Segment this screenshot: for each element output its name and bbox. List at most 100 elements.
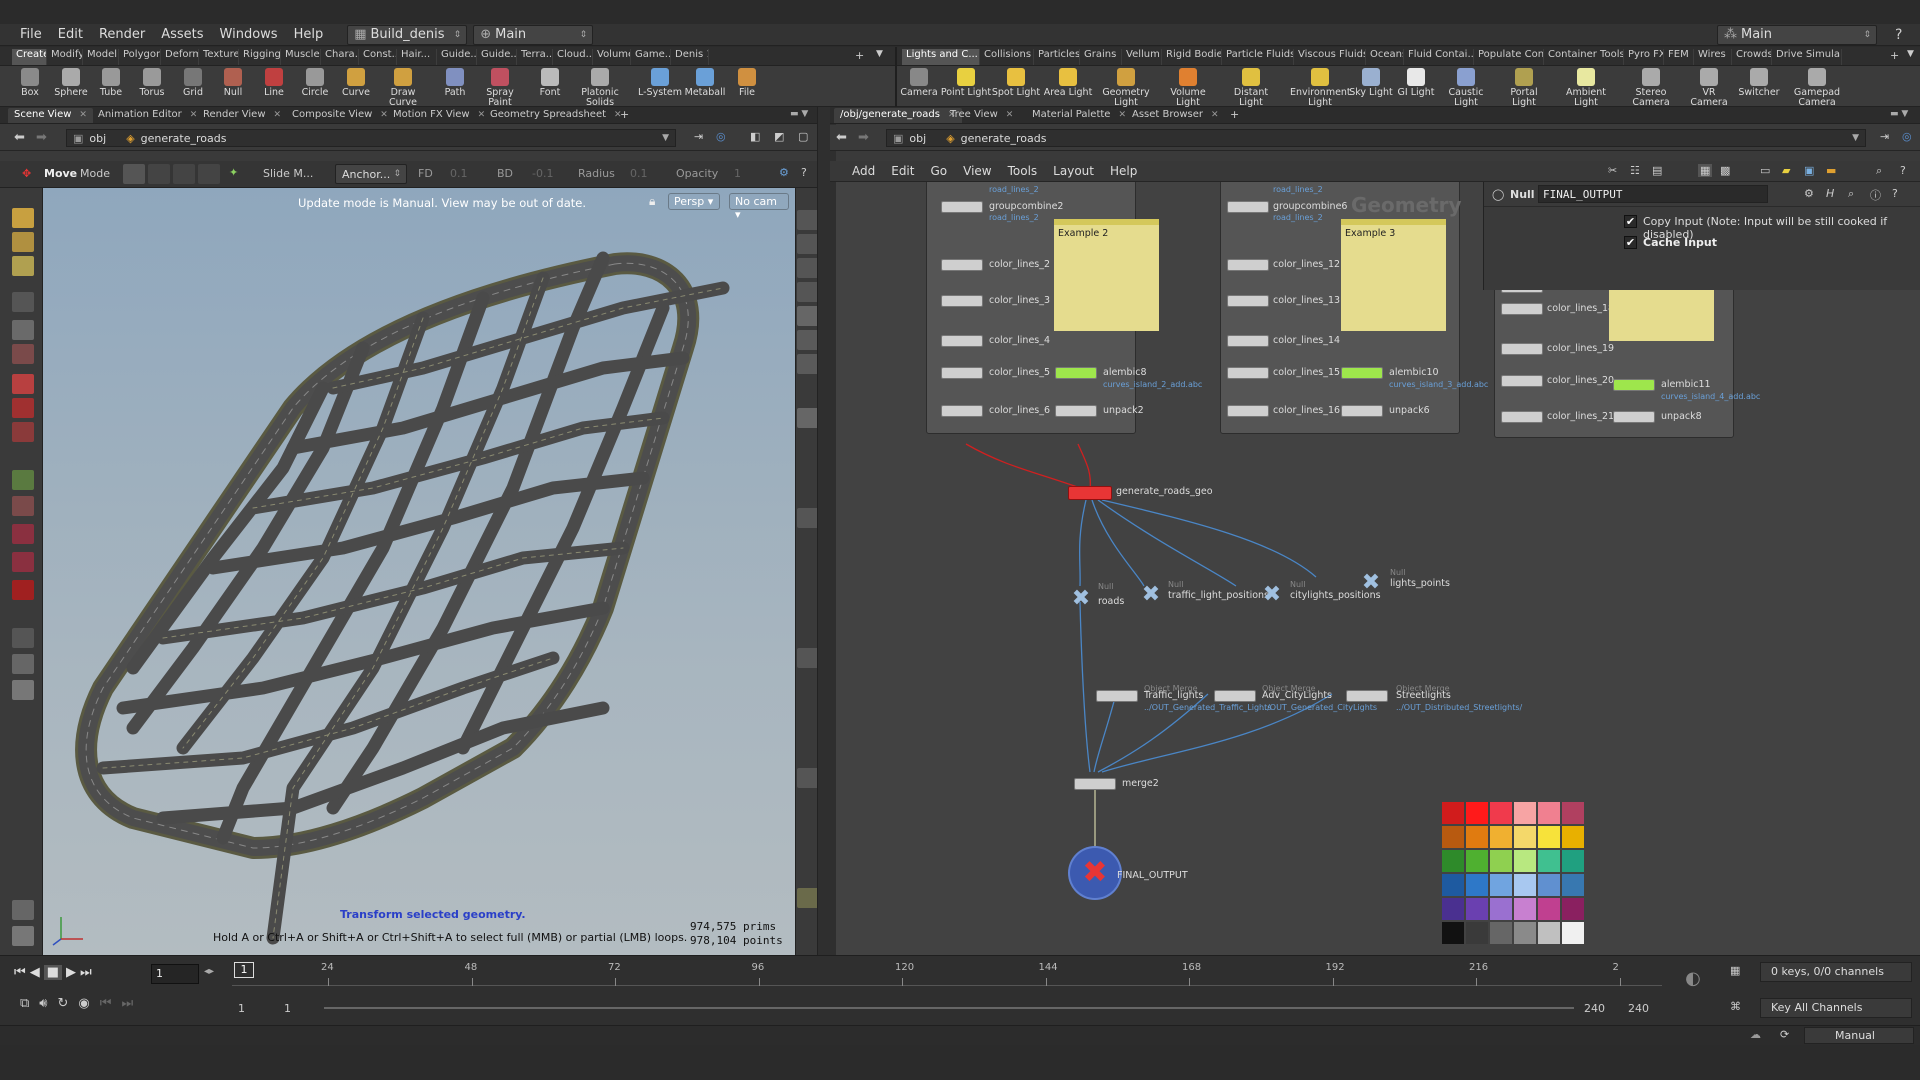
- node-name-field[interactable]: FINAL_OUTPUT: [1538, 185, 1768, 203]
- color-swatch[interactable]: [1490, 802, 1512, 824]
- playback-start-field[interactable]: 1: [284, 1002, 291, 1015]
- color-lines-node[interactable]: [1227, 405, 1269, 417]
- shelf-tab-2[interactable]: Model: [83, 49, 119, 65]
- display-option-icon[interactable]: [797, 234, 819, 254]
- shelf-tab-8[interactable]: Chara...: [321, 49, 359, 65]
- color-lines-node[interactable]: [941, 259, 983, 271]
- scene-viewport[interactable]: Update mode is Manual. View may be out o…: [43, 188, 795, 955]
- right-pane-tab-0[interactable]: /obj/generate_roads ✕: [834, 108, 962, 123]
- color-swatch[interactable]: [1514, 898, 1536, 920]
- color-swatch[interactable]: [1490, 874, 1512, 896]
- shelf-tool-5[interactable]: Volume Light: [1162, 68, 1214, 108]
- bd-field[interactable]: -0.1: [532, 167, 553, 180]
- folder-icon[interactable]: ▬: [1826, 164, 1836, 177]
- shelf-tab-16[interactable]: Game...: [631, 49, 671, 65]
- shelf-tab-4[interactable]: Deform: [161, 49, 199, 65]
- start-frame-field[interactable]: 1: [238, 1002, 245, 1015]
- shelf-tab-10[interactable]: Hair...: [397, 49, 437, 65]
- color-lines-node[interactable]: [1501, 375, 1543, 387]
- edit-tool-icon[interactable]: [12, 470, 34, 490]
- color-swatch[interactable]: [1466, 922, 1488, 944]
- final-output-node[interactable]: ✖: [1070, 848, 1120, 898]
- unpack-node[interactable]: [1055, 405, 1097, 417]
- camera-menu[interactable]: No cam ▾: [729, 193, 789, 221]
- shelf-tool-3[interactable]: Area Light: [1042, 68, 1094, 98]
- prev-key-icon[interactable]: ⏮: [100, 996, 112, 1011]
- shelf-tool-12[interactable]: Font: [525, 68, 575, 98]
- shelf-tab-13[interactable]: FEM: [1664, 49, 1694, 65]
- color-swatch[interactable]: [1442, 850, 1464, 872]
- color-swatch[interactable]: [1538, 874, 1560, 896]
- left-pane-tab-0[interactable]: Scene View ✕: [8, 108, 93, 123]
- left-pane-tab-2[interactable]: Render View ✕: [197, 108, 287, 123]
- network-menu-item[interactable]: Add: [844, 164, 883, 178]
- color-swatch[interactable]: [1490, 850, 1512, 872]
- loop-icon[interactable]: ↻: [58, 996, 69, 1011]
- radius-field[interactable]: 0.1: [630, 167, 648, 180]
- color-swatch[interactable]: [1466, 874, 1488, 896]
- shelf-tool-1[interactable]: Point Light: [940, 68, 992, 98]
- color-lines-node[interactable]: [941, 335, 983, 347]
- step-keys-icon[interactable]: ◂▸: [204, 966, 214, 977]
- display-option-icon[interactable]: [797, 282, 819, 302]
- current-frame-field[interactable]: 1: [151, 964, 199, 984]
- shelf-tab-3[interactable]: Polygon: [119, 49, 161, 65]
- refresh-icon[interactable]: ⟳: [1780, 1028, 1789, 1041]
- color-swatch[interactable]: [1490, 826, 1512, 848]
- color-swatch[interactable]: [1466, 802, 1488, 824]
- color-swatch[interactable]: [1514, 802, 1536, 824]
- color-swatch[interactable]: [1442, 922, 1464, 944]
- right-pane-tab-3[interactable]: Asset Browser ✕: [1126, 108, 1225, 123]
- display-option-icon[interactable]: [797, 306, 819, 326]
- network-editor[interactable]: road_lines_2 groupcombine2 road_lines_2 …: [836, 182, 1920, 955]
- close-icon[interactable]: ✕: [1211, 110, 1219, 120]
- network-menu-item[interactable]: Tools: [1000, 164, 1046, 178]
- display-option-icon[interactable]: [797, 210, 819, 230]
- left-pane-tab-1[interactable]: Animation Editor ✕: [92, 108, 203, 123]
- main-combo[interactable]: ⊕ Main ⇕: [473, 24, 594, 45]
- end-frame-field[interactable]: 240: [1628, 1002, 1649, 1015]
- update-mode-combo[interactable]: Manual: [1804, 1027, 1914, 1044]
- color-swatch[interactable]: [1442, 826, 1464, 848]
- chevron-down-icon[interactable]: ▼: [1852, 133, 1859, 143]
- color-swatch[interactable]: [1562, 898, 1584, 920]
- color-swatch[interactable]: [1538, 898, 1560, 920]
- lasso-tool-icon[interactable]: [12, 320, 34, 340]
- help-icon[interactable]: ?: [1895, 27, 1902, 43]
- generate-roads-geo-node[interactable]: [1068, 486, 1112, 500]
- chevron-down-icon[interactable]: ▼: [1907, 49, 1914, 59]
- info-icon[interactable]: ⓘ: [1870, 187, 1881, 203]
- color-lines-node[interactable]: [941, 405, 983, 417]
- timeline-ruler[interactable]: 1 24 48 72 96 120 144 168 192 216 2: [232, 960, 1662, 986]
- shelf-tab-0[interactable]: Create: [12, 49, 47, 65]
- menu-edit[interactable]: Edit: [50, 27, 91, 42]
- close-icon[interactable]: ✕: [79, 110, 87, 120]
- search-icon[interactable]: ⌕: [1848, 187, 1854, 201]
- shelf-tool-14[interactable]: L-System: [635, 68, 685, 98]
- shelf-tab-14[interactable]: Wires: [1694, 49, 1732, 65]
- handle-tool-icon[interactable]: [12, 256, 34, 276]
- shelf-tab-16[interactable]: Drive Simula...: [1772, 49, 1842, 65]
- select-mode-button[interactable]: [123, 164, 145, 184]
- left-pane-tab-5[interactable]: Geometry Spreadsheet ✕: [484, 108, 628, 123]
- object-merge-node[interactable]: [1096, 690, 1138, 702]
- merge-node[interactable]: [1074, 778, 1116, 790]
- pointer-tool-icon[interactable]: [12, 292, 34, 312]
- color-swatch[interactable]: [1442, 802, 1464, 824]
- grid-view-icon[interactable]: ▦: [1698, 164, 1713, 177]
- globe-tool-icon[interactable]: [12, 654, 34, 674]
- network-box-2[interactable]: road_lines_2 groupcombine6 road_lines_2 …: [1220, 182, 1488, 434]
- color-swatch[interactable]: [1514, 826, 1536, 848]
- tools-icon[interactable]: ✂: [1608, 164, 1617, 177]
- menu-help[interactable]: Help: [286, 27, 332, 42]
- plus-icon[interactable]: +: [620, 108, 629, 121]
- shelf-tab-6[interactable]: Rigging: [239, 49, 281, 65]
- jump-end-icon[interactable]: ⏭: [80, 965, 92, 980]
- shelf-tab-11[interactable]: Container Tools: [1544, 49, 1624, 65]
- shelf-tab-8[interactable]: Oceans: [1366, 49, 1404, 65]
- shelf-tab-10[interactable]: Populate Con...: [1474, 49, 1544, 65]
- object-merge-node[interactable]: [1346, 690, 1388, 702]
- desktop-combo[interactable]: ▦ Build_denis ⇕: [347, 24, 468, 45]
- keys-channels-combo[interactable]: 0 keys, 0/0 channels: [1760, 962, 1912, 982]
- color-swatch[interactable]: [1466, 850, 1488, 872]
